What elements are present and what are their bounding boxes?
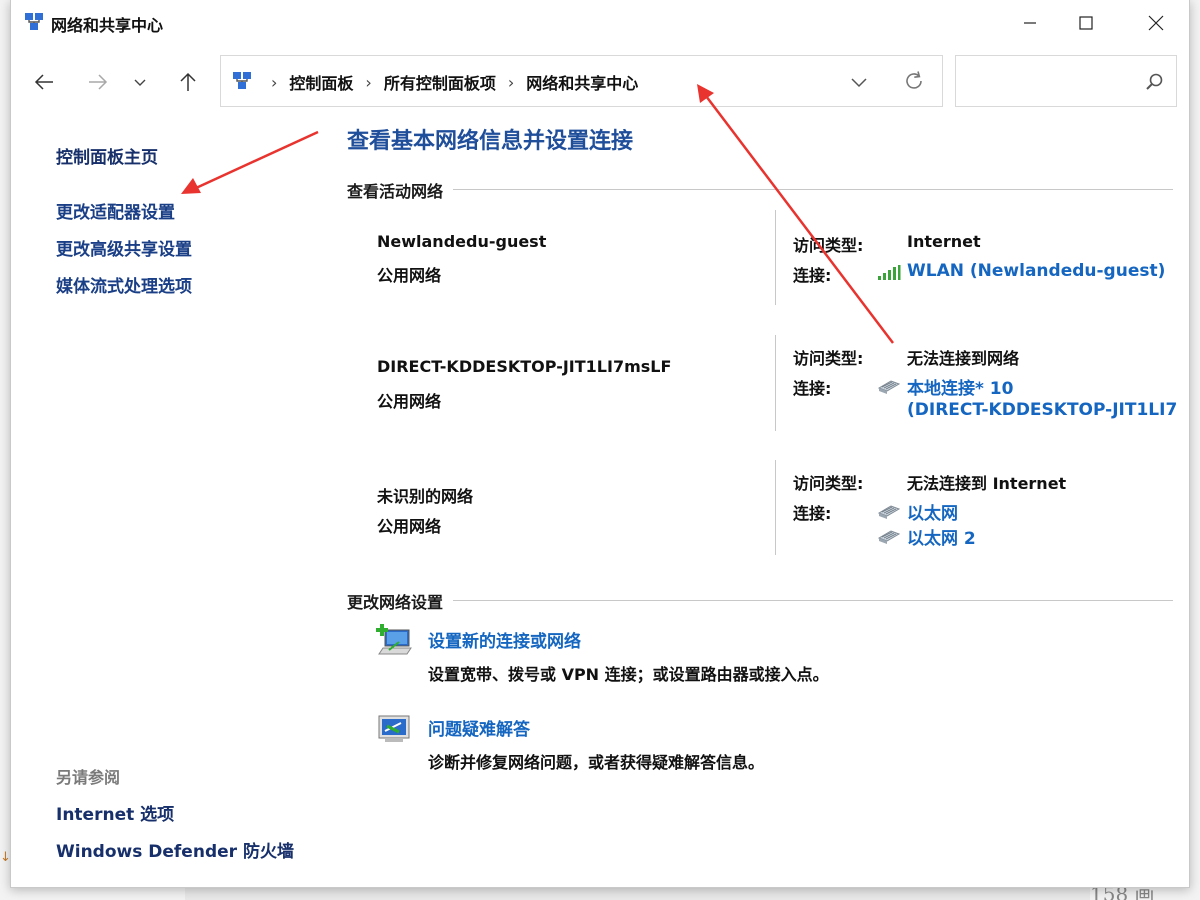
troubleshoot-description: 诊断并修复网络问题，或者获得疑难解答信息。 bbox=[428, 753, 765, 772]
address-dropdown-icon[interactable] bbox=[847, 70, 871, 94]
control-panel-icon bbox=[233, 72, 251, 89]
recent-locations-button[interactable] bbox=[125, 65, 155, 99]
connections-label: 连接: bbox=[793, 266, 832, 285]
ethernet-connection-link[interactable]: 以太网 bbox=[907, 499, 958, 524]
search-box[interactable] bbox=[955, 55, 1177, 107]
advanced-sharing-settings-link[interactable]: 更改高级共享设置 bbox=[56, 235, 192, 260]
access-type-label: 访问类型: bbox=[793, 349, 864, 368]
breadcrumb-control-panel[interactable]: 控制面板 bbox=[289, 70, 353, 94]
access-type-label: 访问类型: bbox=[793, 236, 864, 255]
page-title: 查看基本网络信息并设置连接 bbox=[347, 129, 634, 154]
connections-label: 连接: bbox=[793, 379, 832, 398]
search-icon[interactable] bbox=[1144, 71, 1166, 93]
troubleshoot-link[interactable]: 问题疑难解答 bbox=[428, 715, 530, 740]
media-streaming-options-link[interactable]: 媒体流式处理选项 bbox=[56, 272, 192, 297]
minimize-button[interactable] bbox=[1001, 0, 1059, 46]
address-bar[interactable]: › 控制面板 › 所有控制面板项 › 网络和共享中心 bbox=[220, 55, 943, 107]
background-window-bottom bbox=[185, 886, 1090, 900]
minimize-icon bbox=[1024, 22, 1036, 24]
wifi-signal-icon bbox=[878, 265, 901, 280]
ethernet-adapter-icon bbox=[877, 505, 901, 519]
refresh-icon[interactable] bbox=[901, 68, 927, 94]
windows-defender-firewall-link[interactable]: Windows Defender 防火墙 bbox=[56, 837, 294, 862]
network-type-link[interactable]: 公用网络 bbox=[377, 262, 441, 286]
breadcrumb-all-items[interactable]: 所有控制面板项 bbox=[384, 70, 496, 94]
control-panel-home-link[interactable]: 控制面板主页 bbox=[56, 143, 158, 168]
forward-arrow-icon bbox=[89, 74, 108, 90]
internet-options-link[interactable]: Internet 选项 bbox=[56, 800, 174, 825]
wlan-connection-link[interactable]: WLAN (Newlandedu-guest) bbox=[907, 261, 1165, 281]
network-divider bbox=[775, 335, 776, 431]
close-button[interactable] bbox=[1127, 0, 1185, 46]
section-divider bbox=[347, 600, 1173, 601]
access-type-value: Internet bbox=[907, 232, 981, 251]
access-type-value: 无法连接到 Internet bbox=[907, 474, 1067, 493]
network-sharing-window: 网络和共享中心 › 控制面板 › 所有控制面板项 › 网络和共享中心 控制面板主… bbox=[10, 0, 1190, 888]
network-type-link[interactable]: 公用网络 bbox=[377, 513, 441, 537]
network-divider bbox=[775, 210, 776, 305]
back-button[interactable] bbox=[27, 65, 61, 99]
connections-label: 连接: bbox=[793, 504, 832, 523]
search-input[interactable] bbox=[964, 70, 1134, 92]
breadcrumb-separator: › bbox=[365, 72, 372, 92]
network-center-icon bbox=[25, 13, 43, 30]
setup-new-connection-link[interactable]: 设置新的连接或网络 bbox=[428, 627, 581, 652]
local-connection-link-detail[interactable]: (DIRECT-KDDESKTOP-JIT1LI7 bbox=[907, 400, 1177, 420]
new-connection-icon bbox=[376, 624, 412, 655]
ethernet-2-connection-link[interactable]: 以太网 2 bbox=[907, 524, 976, 549]
breadcrumb-network-center[interactable]: 网络和共享中心 bbox=[526, 70, 638, 94]
background-window-edge: ↓ bbox=[0, 850, 11, 865]
breadcrumb-separator: › bbox=[271, 72, 278, 92]
window-title: 网络和共享中心 bbox=[51, 16, 164, 35]
ethernet-adapter-icon bbox=[877, 530, 901, 544]
breadcrumb: › 控制面板 › 所有控制面板项 › 网络和共享中心 bbox=[261, 70, 638, 94]
network-type-link[interactable]: 公用网络 bbox=[377, 388, 441, 412]
change-adapter-settings-link[interactable]: 更改适配器设置 bbox=[56, 198, 175, 223]
maximize-button[interactable] bbox=[1057, 0, 1115, 46]
network-name: 未识别的网络 bbox=[377, 487, 474, 506]
access-type-value: 无法连接到网络 bbox=[907, 349, 1020, 368]
back-arrow-icon bbox=[34, 74, 53, 90]
close-icon bbox=[1148, 15, 1164, 31]
forward-button[interactable] bbox=[81, 65, 115, 99]
up-arrow-icon bbox=[180, 72, 196, 91]
change-settings-heading: 更改网络设置 bbox=[347, 589, 454, 613]
see-also-heading: 另请参阅 bbox=[56, 768, 121, 787]
setup-new-connection-description: 设置宽带、拨号或 VPN 连接；或设置路由器或接入点。 bbox=[428, 665, 829, 684]
title-bar: 网络和共享中心 bbox=[11, 0, 1189, 46]
troubleshoot-icon bbox=[378, 715, 410, 742]
network-divider bbox=[775, 460, 776, 555]
network-name: DIRECT-KDDESKTOP-JIT1LI7msLF bbox=[377, 357, 672, 376]
ethernet-adapter-icon bbox=[877, 380, 901, 394]
access-type-label: 访问类型: bbox=[793, 474, 864, 493]
local-connection-link[interactable]: 本地连接* 10 bbox=[907, 374, 1013, 399]
chevron-down-icon bbox=[134, 79, 146, 86]
section-divider bbox=[347, 189, 1173, 190]
up-button[interactable] bbox=[171, 65, 205, 99]
network-name: Newlandedu-guest bbox=[377, 232, 547, 251]
active-networks-heading: 查看活动网络 bbox=[347, 178, 454, 202]
breadcrumb-separator: › bbox=[507, 72, 515, 92]
maximize-icon bbox=[1079, 16, 1093, 30]
